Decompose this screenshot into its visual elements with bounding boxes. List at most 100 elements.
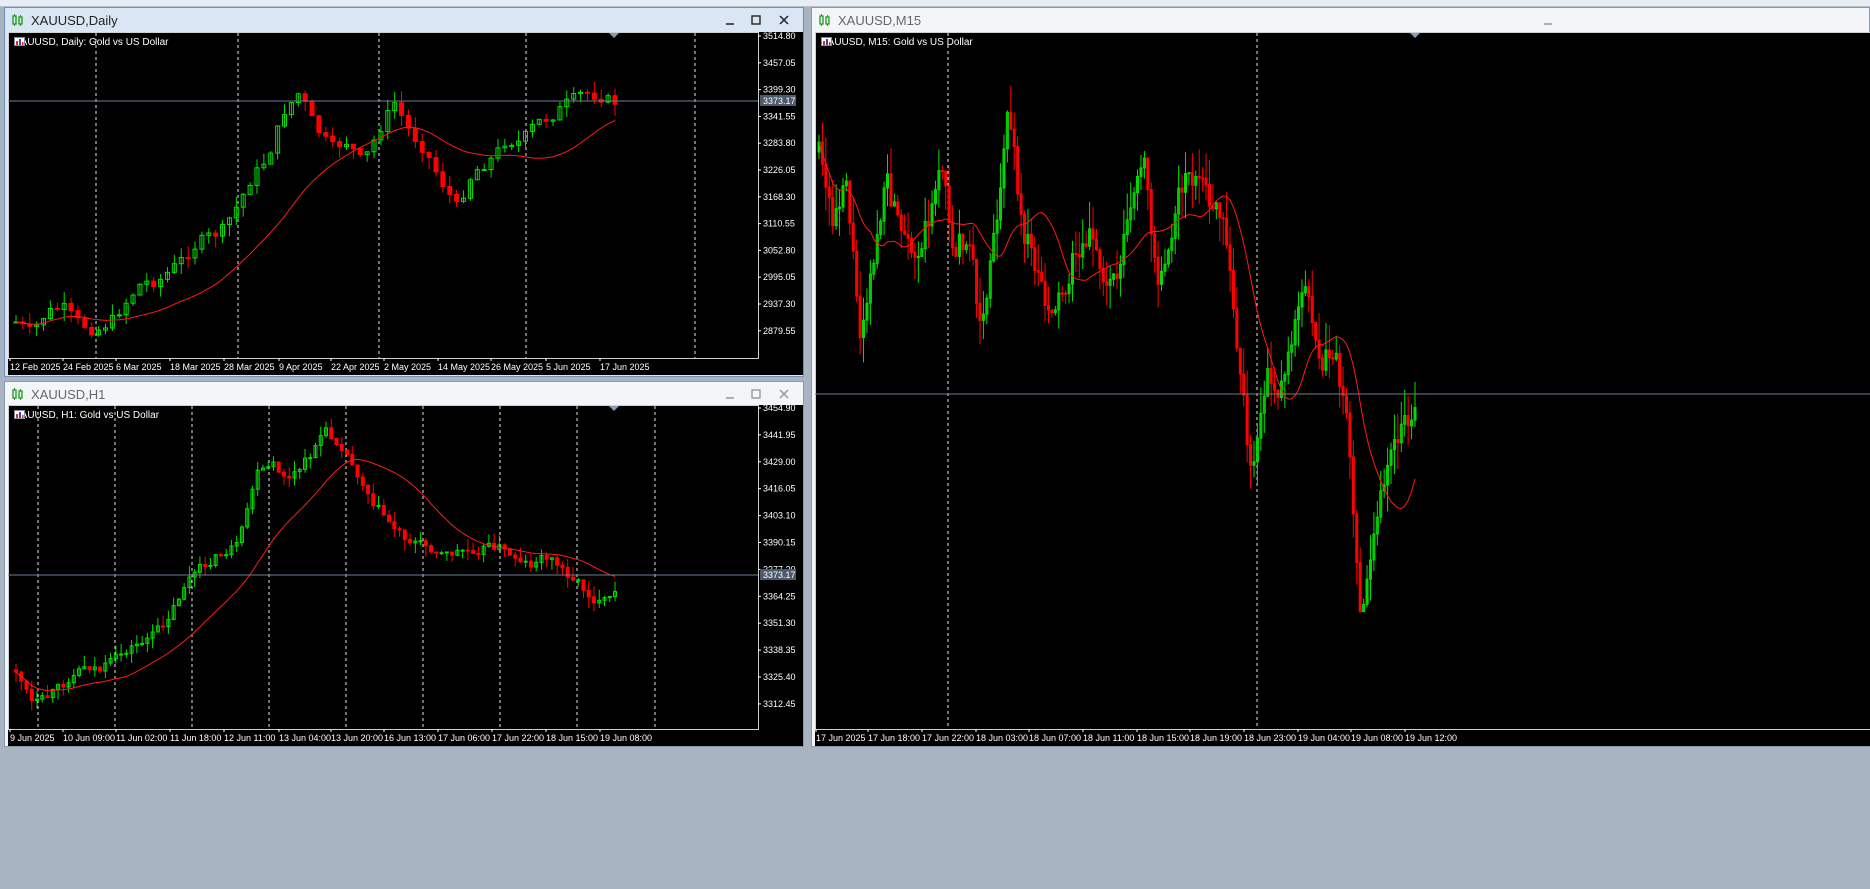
candle-body: [544, 554, 549, 560]
x-tick-label: 10 Jun 09:00: [63, 733, 115, 743]
plot-border: [8, 32, 759, 359]
candle-body: [124, 652, 129, 655]
y-tick-label: 3226.05: [763, 165, 796, 175]
close-button[interactable]: [773, 10, 795, 30]
window-title: XAUUSD,H1: [31, 386, 106, 402]
candle-body: [1249, 444, 1253, 466]
candle-body: [1396, 439, 1400, 444]
candle-body: [316, 115, 322, 134]
candle-body: [1204, 177, 1208, 186]
x-tick-label: 18 Jun 03:00: [976, 733, 1028, 743]
x-tick-label: 11 Jun 02:00: [116, 733, 167, 743]
candle-body: [140, 642, 145, 645]
y-tick-label: 3341.55: [763, 111, 796, 121]
candle-body: [523, 560, 528, 563]
price-chart-daily[interactable]: 3514.80 3457.05 3399.30 3341.55 3283.80 3226.…: [8, 32, 803, 375]
maximize-button[interactable]: [745, 10, 767, 30]
x-tick-label: 9 Jun 2025: [10, 733, 55, 743]
x-tick-label: 12 Feb 2025: [10, 362, 61, 372]
candle-body: [1074, 253, 1078, 256]
candle-body: [203, 563, 208, 568]
x-tick-label: 11 Jun 18:00: [170, 733, 221, 743]
candle-body: [1036, 270, 1040, 273]
candle-body: [323, 132, 329, 137]
candle-body: [1269, 368, 1273, 385]
candles-icon: [12, 388, 23, 400]
minimize-button[interactable]: [1537, 10, 1559, 30]
chart-window-daily[interactable]: XAUUSD,Daily 3514.80 3457.05 3399.30 3341.5…: [4, 7, 804, 377]
chart-window-h1[interactable]: XAUUSD,H1 3454.90 3441.95 3429.00 3416.05 34…: [4, 381, 804, 747]
candle-body: [947, 185, 951, 224]
chart-area-h1[interactable]: 3454.90 3441.95 3429.00 3416.05 3403.10 3390.…: [8, 405, 803, 746]
candle-body: [45, 695, 50, 699]
candle-body: [366, 484, 371, 495]
candle-body: [68, 302, 74, 312]
candle-body: [371, 493, 376, 507]
minimize-button[interactable]: [719, 10, 741, 30]
candle-body: [1218, 202, 1222, 219]
candle-body: [450, 551, 455, 556]
x-tick-label: 13 Jun 20:00: [331, 733, 383, 743]
candle-body: [402, 529, 407, 541]
candle-body: [405, 114, 411, 129]
candle-body: [1050, 309, 1054, 314]
candle-body: [1327, 349, 1331, 359]
candle-body: [543, 118, 549, 122]
x-tick-label: 19 Jun 08:00: [600, 733, 652, 743]
candle-body: [399, 102, 405, 116]
candle-body: [1228, 244, 1232, 271]
y-tick-label: 3429.00: [763, 457, 796, 467]
close-button[interactable]: [773, 384, 795, 404]
price-chart-m15[interactable]: 17 Jun 2025 17 Jun 18:00 17 Jun 22:00 18 Ju…: [815, 32, 1870, 746]
x-tick-label: 18 Jun 15:00: [1137, 733, 1189, 743]
x-tick-label: 5 Jun 2025: [546, 362, 591, 372]
bid-price-label: 3373.17: [763, 570, 796, 580]
chart-description: XAUUSD, Daily: Gold vs US Dollar: [14, 37, 169, 48]
bar-chart-icon: [14, 37, 25, 46]
window-titlebar[interactable]: XAUUSD,H1: [5, 382, 803, 406]
candle-body: [98, 666, 103, 672]
chart-area-daily[interactable]: 3514.80 3457.05 3399.30 3341.55 3283.80 3226.…: [8, 32, 803, 375]
candle-body: [1016, 146, 1020, 195]
window-titlebar[interactable]: XAUUSD,Daily: [5, 8, 803, 32]
chart-window-m15[interactable]: XAUUSD,M15 17 Jun 2025 17 Jun 18:00 17 Jun…: [811, 7, 1870, 747]
candle-body: [1101, 267, 1105, 283]
minimize-icon: [726, 397, 734, 399]
maximize-icon: [751, 389, 761, 399]
candle-body: [29, 688, 34, 701]
close-icon: [779, 389, 789, 399]
x-tick-label: 18 Jun 15:00: [546, 733, 598, 743]
candle-body: [1331, 357, 1335, 360]
candle-body: [1060, 292, 1064, 295]
chart-symbol-label: XAUUSD, H1: Gold vs US Dollar: [14, 410, 159, 421]
maximize-button[interactable]: [745, 384, 767, 404]
candle-body: [951, 222, 955, 248]
minimize-button[interactable]: [719, 384, 741, 404]
candle-body: [916, 255, 920, 258]
candle-body: [1098, 249, 1102, 269]
candle-body: [14, 669, 18, 673]
candle-body: [376, 504, 381, 507]
window-titlebar[interactable]: XAUUSD,M15: [812, 8, 1869, 32]
candle-body: [899, 214, 903, 232]
close-icon: [779, 15, 789, 25]
chart-symbol-label: XAUUSD, M15: Gold vs US Dollar: [821, 37, 973, 48]
candle-body: [82, 317, 88, 328]
candle-body: [944, 170, 948, 187]
y-tick-label: 3351.30: [763, 618, 796, 628]
candle-body: [429, 545, 434, 553]
y-tick-label: 3514.80: [763, 32, 796, 41]
chart-symbol-label: XAUUSD, Daily: Gold vs US Dollar: [14, 37, 168, 48]
candle-body: [612, 95, 618, 105]
chart-area-m15[interactable]: 17 Jun 2025 17 Jun 18:00 17 Jun 22:00 18 Ju…: [815, 32, 1870, 746]
candle-body: [1019, 193, 1023, 215]
candle-body: [1225, 217, 1229, 246]
x-tick-label: 17 Jun 22:00: [492, 733, 544, 743]
candle-body: [61, 684, 66, 688]
candle-body: [465, 549, 470, 552]
candle-body: [213, 232, 219, 237]
candle-body: [308, 457, 313, 460]
candle-body: [1023, 213, 1027, 245]
price-chart-h1[interactable]: 3454.90 3441.95 3429.00 3416.05 3403.10 3390.…: [8, 405, 803, 746]
candle-body: [1115, 273, 1119, 279]
